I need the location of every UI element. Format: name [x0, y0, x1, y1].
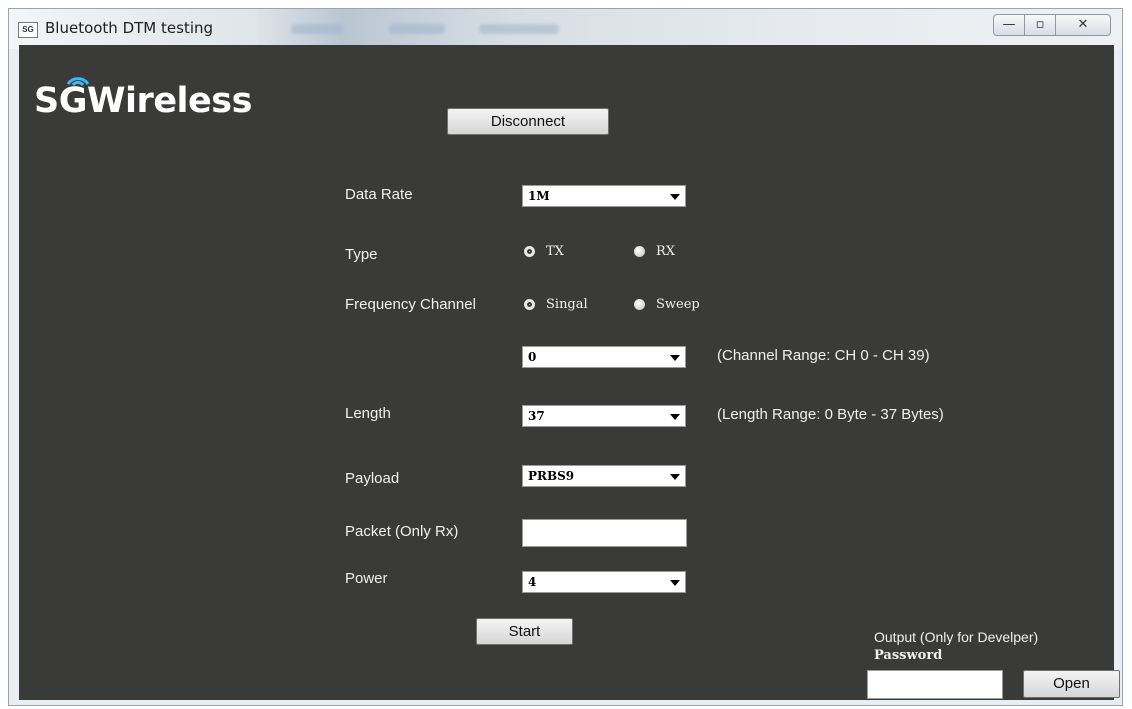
- disconnect-button[interactable]: Disconnect: [447, 108, 609, 135]
- minimize-button[interactable]: —: [993, 14, 1025, 36]
- app-window: SG Bluetooth DTM testing — ▫ ✕ S GWireles…: [8, 8, 1123, 706]
- logo-suffix: Wireless: [86, 81, 253, 121]
- type-rx-label: RX: [656, 244, 676, 259]
- payload-select[interactable]: PRBS9: [522, 465, 686, 487]
- dropdown-arrow-icon: [670, 194, 680, 200]
- window-title: Bluetooth DTM testing: [45, 19, 214, 37]
- output-label: Output (Only for Develper): [874, 629, 1039, 645]
- channel-select[interactable]: 0: [522, 346, 686, 368]
- frequency-sweep-label: Sweep: [656, 297, 700, 312]
- type-label: Type: [345, 246, 378, 263]
- radio-checked-icon: [524, 246, 535, 257]
- blurred-menu-item: [291, 24, 343, 34]
- dropdown-arrow-icon: [670, 474, 680, 480]
- frequency-channel-label: Frequency Channel: [345, 296, 476, 313]
- dropdown-arrow-icon: [670, 355, 680, 361]
- dropdown-arrow-icon: [670, 580, 680, 586]
- power-select[interactable]: 4: [522, 571, 686, 593]
- length-range-hint: (Length Range: 0 Byte - 37 Bytes): [717, 406, 944, 423]
- app-icon: SG: [18, 22, 38, 38]
- radio-unchecked-icon: [634, 246, 645, 257]
- frequency-singal-label: Singal: [546, 297, 588, 312]
- length-select[interactable]: 37: [522, 405, 686, 427]
- payload-value: PRBS9: [528, 469, 575, 483]
- title-bar[interactable]: SG Bluetooth DTM testing — ▫ ✕: [9, 9, 1122, 49]
- radio-unchecked-icon: [634, 299, 645, 310]
- start-button[interactable]: Start: [476, 618, 573, 645]
- logo-g-letter: G: [59, 77, 89, 121]
- password-label: Password: [874, 648, 943, 663]
- maximize-button[interactable]: ▫: [1024, 14, 1056, 36]
- main-panel: S GWireless Disconnect Data Rate 1M Type …: [19, 45, 1120, 700]
- packet-label: Packet (Only Rx): [345, 523, 459, 540]
- frequency-sweep-radio[interactable]: Sweep: [634, 297, 700, 312]
- packet-input[interactable]: [522, 519, 687, 547]
- type-rx-radio[interactable]: RX: [634, 244, 675, 259]
- logo-prefix: S: [34, 81, 59, 121]
- payload-label: Payload: [345, 470, 400, 487]
- channel-value: 0: [528, 350, 537, 364]
- radio-checked-icon: [524, 299, 535, 310]
- length-value: 37: [528, 409, 545, 423]
- type-tx-label: TX: [546, 244, 564, 259]
- type-tx-radio[interactable]: TX: [524, 244, 564, 259]
- sgwireless-logo: S GWireless: [34, 77, 253, 121]
- open-button[interactable]: Open: [1023, 670, 1120, 698]
- close-button[interactable]: ✕: [1055, 14, 1111, 36]
- password-input[interactable]: [867, 670, 1003, 699]
- blurred-menu-item: [389, 24, 445, 34]
- channel-range-hint: (Channel Range: CH 0 - CH 39): [717, 347, 930, 364]
- wifi-arc-icon: [66, 77, 89, 87]
- dropdown-arrow-icon: [670, 414, 680, 420]
- data-rate-select[interactable]: 1M: [522, 185, 686, 207]
- data-rate-label: Data Rate: [345, 186, 413, 203]
- data-rate-value: 1M: [528, 189, 550, 203]
- power-value: 4: [528, 575, 537, 589]
- length-label: Length: [345, 405, 391, 422]
- power-label: Power: [345, 570, 388, 587]
- frequency-singal-radio[interactable]: Singal: [524, 297, 588, 312]
- blurred-menu-item: [479, 24, 559, 34]
